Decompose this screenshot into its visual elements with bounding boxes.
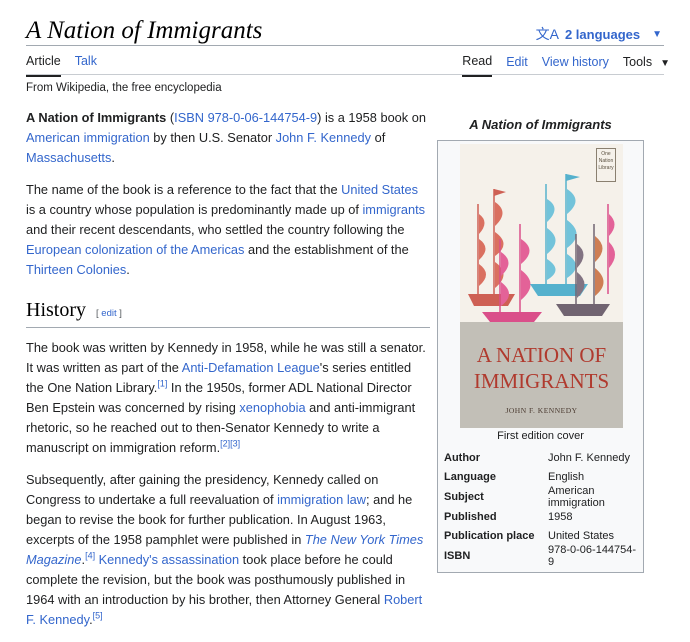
row-label: Published — [444, 510, 497, 523]
row-label: Publication place — [444, 530, 535, 543]
article-body: A Nation of Immigrants (ISBN 978-0-06-14… — [26, 108, 430, 642]
history-paragraph-1: The book was written by Kennedy in 1958,… — [26, 338, 430, 458]
languages-label: 2 languages — [564, 26, 641, 42]
link-american-immigration[interactable]: American immigration — [26, 130, 150, 145]
link-united-states[interactable]: United States — [341, 182, 418, 197]
text: . — [111, 150, 115, 165]
cover-title: A NATION OF IMMIGRANTS — [460, 342, 623, 394]
page-title: A Nation of Immigrants — [26, 17, 263, 44]
tools-menu[interactable]: Tools ▼ — [623, 55, 670, 76]
isbn-value-link[interactable]: 978-0-06-144754-9 — [548, 544, 639, 568]
reference-link[interactable]: [5] — [93, 611, 103, 621]
text: is a country whose population is predomi… — [26, 202, 363, 217]
text: by then U.S. Senator — [149, 130, 276, 145]
edit-section-link[interactable]: edit — [101, 308, 116, 319]
text: of — [371, 130, 386, 145]
tab-edit[interactable]: Edit — [506, 55, 528, 76]
row-value: English — [548, 471, 585, 484]
link-xenophobia[interactable]: xenophobia — [239, 400, 305, 415]
cover-title-line: A NATION OF — [476, 343, 607, 367]
bracket: ] — [116, 308, 122, 319]
text: ( — [166, 110, 175, 125]
language-selector[interactable]: 文A 2 languages ▼ — [536, 24, 662, 44]
translate-icon: 文A — [535, 26, 559, 42]
cover-author: JOHN F. KENNEDY — [505, 406, 578, 415]
infobox-row-isbn: ISBN 978-0-06-144754-9 — [444, 544, 639, 568]
text: . — [126, 262, 130, 277]
link-thirteen-colonies[interactable]: Thirteen Colonies — [26, 262, 126, 277]
infobox: One Nation Library A NATION OF IMMIGRANTS… — [437, 140, 644, 573]
reference-link[interactable]: [2] — [220, 439, 230, 449]
chevron-down-icon: ▼ — [660, 58, 670, 69]
reference-link[interactable]: [3] — [230, 439, 240, 449]
subject-link[interactable]: American immigration — [548, 485, 639, 509]
row-label: Subject — [444, 490, 484, 503]
text: ) is a 1958 book on — [317, 110, 426, 125]
tools-label: Tools — [622, 55, 653, 69]
reference-link[interactable]: [4] — [85, 551, 95, 561]
link-european-colonization[interactable]: European colonization of the Americas — [26, 242, 244, 257]
intro-paragraph-2: The name of the book is a reference to t… — [26, 180, 430, 280]
section-edit: [ edit ] — [96, 304, 122, 324]
infobox-title: A Nation of Immigrants — [469, 117, 612, 132]
link-immigrants[interactable]: immigrants — [362, 202, 425, 217]
link-massachusetts[interactable]: Massachusetts — [26, 150, 111, 165]
row-value: 1958 — [548, 510, 573, 523]
isbn-label-link[interactable]: ISBN — [444, 550, 548, 562]
infobox-row-published: Published 1958 — [444, 507, 639, 527]
infobox-row-author: Author John F. Kennedy — [444, 448, 639, 468]
text: and their recent descendants, who settle… — [26, 222, 405, 237]
link-john-f-kennedy[interactable]: John F. Kennedy — [276, 130, 371, 145]
text: and the establishment of the — [244, 242, 409, 257]
reference-link[interactable]: [1] — [157, 379, 167, 389]
isbn-link[interactable]: ISBN 978-0-06-144754-9 — [174, 110, 317, 125]
image-caption: First edition cover — [497, 430, 584, 442]
history-paragraph-2: Subsequently, after gaining the presiden… — [26, 470, 430, 630]
author-link[interactable]: John F. Kennedy — [548, 452, 639, 464]
row-label: Language — [444, 471, 496, 484]
tab-view-history[interactable]: View history — [542, 55, 609, 76]
link-anti-defamation-league[interactable]: Anti-Defamation League — [182, 360, 320, 375]
infobox-row-subject: Subject American immigration — [444, 485, 639, 509]
series-label: One Nation Library — [596, 148, 616, 182]
intro-paragraph-1: A Nation of Immigrants (ISBN 978-0-06-14… — [26, 108, 430, 168]
text: The name of the book is a reference to t… — [26, 182, 342, 197]
tabs-divider — [26, 74, 664, 75]
row-label: Author — [444, 451, 481, 464]
heading-text: History — [26, 299, 86, 321]
chevron-down-icon: ▼ — [652, 28, 662, 40]
row-value: United States — [548, 530, 615, 543]
infobox-rows: Author John F. Kennedy Language English Su… — [444, 448, 639, 568]
title-divider — [26, 45, 664, 46]
book-cover-image[interactable]: One Nation Library A NATION OF IMMIGRANTS… — [460, 144, 623, 428]
site-subtitle: From Wikipedia, the free encyclopedia — [26, 82, 222, 94]
cover-title-line: IMMIGRANTS — [473, 369, 610, 393]
link-immigration-law[interactable]: immigration law — [277, 492, 366, 507]
link-kennedy-assassination[interactable]: Kennedy's assassination — [99, 552, 239, 567]
section-heading-history: History [ edit ] — [26, 300, 430, 328]
bold-title: A Nation of Immigrants — [26, 110, 167, 125]
